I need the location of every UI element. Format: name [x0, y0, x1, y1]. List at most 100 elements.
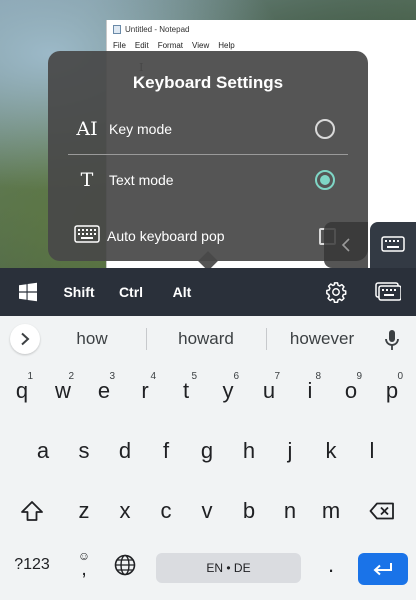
- windows-icon: [19, 282, 37, 302]
- key-label: o: [344, 378, 358, 403]
- key-label: p: [385, 378, 399, 403]
- key-k[interactable]: k: [311, 426, 351, 476]
- key-q[interactable]: q1: [2, 366, 42, 416]
- key-label: ,: [81, 557, 87, 580]
- key-s[interactable]: s: [64, 426, 104, 476]
- key-label: t: [182, 378, 190, 403]
- key-a[interactable]: a: [23, 426, 63, 476]
- key-r[interactable]: r4: [125, 366, 165, 416]
- chevron-left-icon: [341, 238, 350, 252]
- key-l[interactable]: l: [352, 426, 392, 476]
- key-label: q: [15, 378, 29, 403]
- keyboard-icon: [381, 236, 405, 252]
- key-g[interactable]: g: [187, 426, 227, 476]
- notepad-titlebar[interactable]: Untitled - Notepad: [107, 20, 416, 38]
- text-mode-label: Text mode: [109, 172, 174, 188]
- menu-format[interactable]: Format: [158, 41, 183, 50]
- suggestion-divider: [146, 328, 147, 350]
- suggestion-bar: how howard however: [0, 316, 416, 362]
- key-u[interactable]: u7: [249, 366, 289, 416]
- globe-icon: [114, 554, 136, 576]
- key-label: r: [141, 378, 149, 403]
- key-t[interactable]: t5: [166, 366, 206, 416]
- shift-key[interactable]: [12, 486, 52, 536]
- alt-key[interactable]: Alt: [166, 268, 198, 316]
- suggestion-divider: [266, 328, 267, 350]
- key-h[interactable]: h: [229, 426, 269, 476]
- modifier-toolbar: Shift Ctrl Alt: [0, 268, 416, 316]
- key-y[interactable]: y6: [208, 366, 248, 416]
- key-mode-radio[interactable]: [315, 119, 335, 139]
- voice-input-button[interactable]: [384, 329, 400, 356]
- period-key[interactable]: .: [311, 540, 351, 590]
- key-m[interactable]: m: [311, 486, 351, 536]
- keyboard-icon: [72, 224, 102, 248]
- key-hint: 4: [150, 371, 156, 382]
- key-hint: 2: [68, 371, 74, 382]
- collapse-button[interactable]: [324, 222, 368, 268]
- keyboard-settings-popup: Keyboard Settings AI Key mode T Text mod…: [48, 51, 368, 271]
- hide-keyboard-button[interactable]: [370, 268, 406, 316]
- key-hint: 0: [397, 371, 403, 382]
- shift-key[interactable]: Shift: [58, 268, 100, 316]
- key-e[interactable]: e3: [84, 366, 124, 416]
- key-w[interactable]: w2: [43, 366, 83, 416]
- space-bar[interactable]: EN • DE: [156, 553, 301, 583]
- key-label: e: [97, 378, 111, 403]
- key-mode-icon: AI: [76, 118, 98, 140]
- chevron-right-icon: [21, 332, 30, 346]
- key-d[interactable]: d: [105, 426, 145, 476]
- text-mode-radio[interactable]: [315, 170, 335, 190]
- key-x[interactable]: x: [105, 486, 145, 536]
- menu-help[interactable]: Help: [218, 41, 234, 50]
- key-j[interactable]: j: [270, 426, 310, 476]
- symbols-key[interactable]: ?123: [5, 540, 59, 590]
- key-label: i: [307, 378, 313, 403]
- key-f[interactable]: f: [146, 426, 186, 476]
- notepad-title: Untitled - Notepad: [125, 24, 190, 34]
- notepad-icon: [113, 24, 121, 34]
- auto-keyboard-pop-label: Auto keyboard pop: [107, 228, 225, 244]
- keyboard-toggle-button[interactable]: [370, 222, 416, 268]
- suggestion-2[interactable]: howard: [150, 316, 262, 362]
- key-hint: 8: [315, 371, 321, 382]
- key-n[interactable]: n: [270, 486, 310, 536]
- key-hint: 9: [356, 371, 362, 382]
- suggestion-1[interactable]: how: [46, 316, 138, 362]
- enter-key[interactable]: [358, 553, 408, 585]
- key-c[interactable]: c: [146, 486, 186, 536]
- key-b[interactable]: b: [229, 486, 269, 536]
- ctrl-key[interactable]: Ctrl: [112, 268, 150, 316]
- key-hint: 7: [274, 371, 280, 382]
- key-mode-label: Key mode: [109, 121, 173, 137]
- backspace-key[interactable]: [362, 486, 402, 536]
- expand-suggestions-button[interactable]: [10, 324, 40, 354]
- menu-view[interactable]: View: [192, 41, 209, 50]
- key-hint: 3: [109, 371, 115, 382]
- menu-edit[interactable]: Edit: [135, 41, 149, 50]
- option-key-mode[interactable]: AI Key mode: [48, 104, 368, 154]
- key-o[interactable]: o9: [331, 366, 371, 416]
- enter-arrow-icon: [373, 563, 392, 576]
- menu-file[interactable]: File: [113, 41, 126, 50]
- notepad-menubar: File Edit Format View Help: [107, 38, 416, 52]
- popup-title: Keyboard Settings: [132, 73, 284, 92]
- backspace-icon: [369, 502, 394, 520]
- option-text-mode[interactable]: T Text mode: [48, 155, 368, 205]
- microphone-icon: [385, 330, 399, 350]
- suggestion-3[interactable]: however: [268, 316, 376, 362]
- key-hint: 6: [233, 371, 239, 382]
- key-label: y: [222, 378, 234, 403]
- text-mode-icon: T: [80, 169, 94, 191]
- key-p[interactable]: p0: [372, 366, 412, 416]
- settings-button[interactable]: [320, 268, 352, 316]
- gear-icon: [326, 282, 347, 303]
- key-i[interactable]: i8: [290, 366, 330, 416]
- key-v[interactable]: v: [187, 486, 227, 536]
- keyboard-icon: [375, 282, 401, 301]
- windows-key[interactable]: [12, 268, 44, 316]
- comma-key[interactable]: ☺ ,: [64, 540, 104, 590]
- key-label: u: [262, 378, 276, 403]
- key-z[interactable]: z: [64, 486, 104, 536]
- language-key[interactable]: [105, 540, 145, 590]
